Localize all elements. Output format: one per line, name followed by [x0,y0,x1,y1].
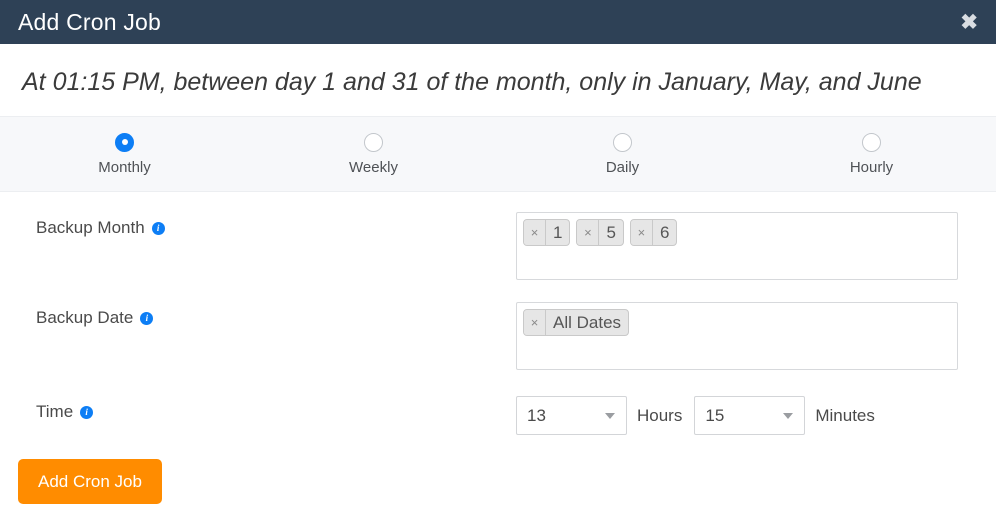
radio-monthly-icon[interactable] [115,132,134,152]
label-backup-date-text: Backup Date [36,308,134,327]
chip-label: All Dates [553,312,622,332]
frequency-label-hourly: Hourly [849,158,894,176]
field-row-time: Time i 13 Hours 15 Minutes [0,370,996,435]
label-backup-date: Backup Date i [36,302,516,328]
chip-remove-icon[interactable]: × [524,220,546,245]
description-section: At 01:15 PM, between day 1 and 31 of the… [0,44,996,116]
chip-remove-icon[interactable]: × [577,220,600,245]
minutes-select-value: 15 [705,405,725,425]
field-row-backup-month: Backup Month i × 1 × 5 × 6 [0,192,996,280]
modal-header: Add Cron Job ✖ [0,0,996,44]
minutes-select[interactable]: 15 [694,396,806,435]
label-backup-month: Backup Month i [36,212,516,238]
submit-section: Add Cron Job [0,435,996,504]
hours-unit-label: Hours [637,405,683,425]
chip-month-6[interactable]: × 6 [629,219,678,246]
radio-weekly-icon[interactable] [364,132,383,152]
radio-hourly-icon[interactable] [862,132,881,152]
frequency-option-weekly[interactable]: Weekly [249,132,498,176]
chevron-down-icon[interactable] [783,412,794,419]
frequency-option-hourly[interactable]: Hourly [747,132,996,176]
label-backup-month-text: Backup Month [36,218,145,237]
label-time: Time i [36,396,516,422]
frequency-selector: Monthly Weekly Daily Hourly [0,116,996,192]
chip-month-1[interactable]: × 1 [523,219,571,246]
frequency-label-weekly: Weekly [349,158,398,176]
chip-all-dates[interactable]: × All Dates [523,309,630,336]
hours-select[interactable]: 13 [516,396,627,435]
control-time: 13 Hours 15 Minutes [516,396,958,435]
chip-remove-icon[interactable]: × [630,220,653,245]
control-backup-month: × 1 × 5 × 6 [516,212,958,280]
info-icon-backup-date[interactable]: i [140,311,154,325]
info-icon-time[interactable]: i [80,405,94,419]
chevron-down-icon[interactable] [605,412,615,419]
chip-label: 5 [606,222,616,242]
add-cron-job-modal: Add Cron Job ✖ At 01:15 PM, between day … [0,0,996,532]
backup-month-multiselect[interactable]: × 1 × 5 × 6 [516,212,958,280]
add-cron-job-button[interactable]: Add Cron Job [18,459,162,504]
field-row-backup-date: Backup Date i × All Dates [0,280,996,370]
chip-remove-icon[interactable]: × [524,310,546,335]
control-backup-date: × All Dates [516,302,958,370]
chip-label: 6 [659,222,670,242]
backup-date-multiselect[interactable]: × All Dates [516,302,958,370]
hours-select-value: 13 [527,405,546,425]
chip-label: 1 [553,222,563,242]
frequency-label-daily: Daily [605,158,640,176]
time-selectors: 13 Hours 15 Minutes [516,396,958,435]
cron-form: Backup Month i × 1 × 5 × 6 Backup Date i… [0,192,996,532]
radio-daily-icon[interactable] [613,132,632,152]
frequency-option-monthly[interactable]: Monthly [0,132,249,176]
label-time-text: Time [36,402,74,421]
page-title: Add Cron Job [18,8,162,35]
minutes-unit-label: Minutes [815,405,875,425]
frequency-option-daily[interactable]: Daily [498,132,747,176]
cron-description: At 01:15 PM, between day 1 and 31 of the… [22,68,922,96]
chip-month-5[interactable]: × 5 [576,219,624,246]
info-icon-backup-month[interactable]: i [151,221,165,235]
close-icon[interactable]: ✖ [958,12,980,33]
frequency-label-monthly: Monthly [98,158,151,176]
